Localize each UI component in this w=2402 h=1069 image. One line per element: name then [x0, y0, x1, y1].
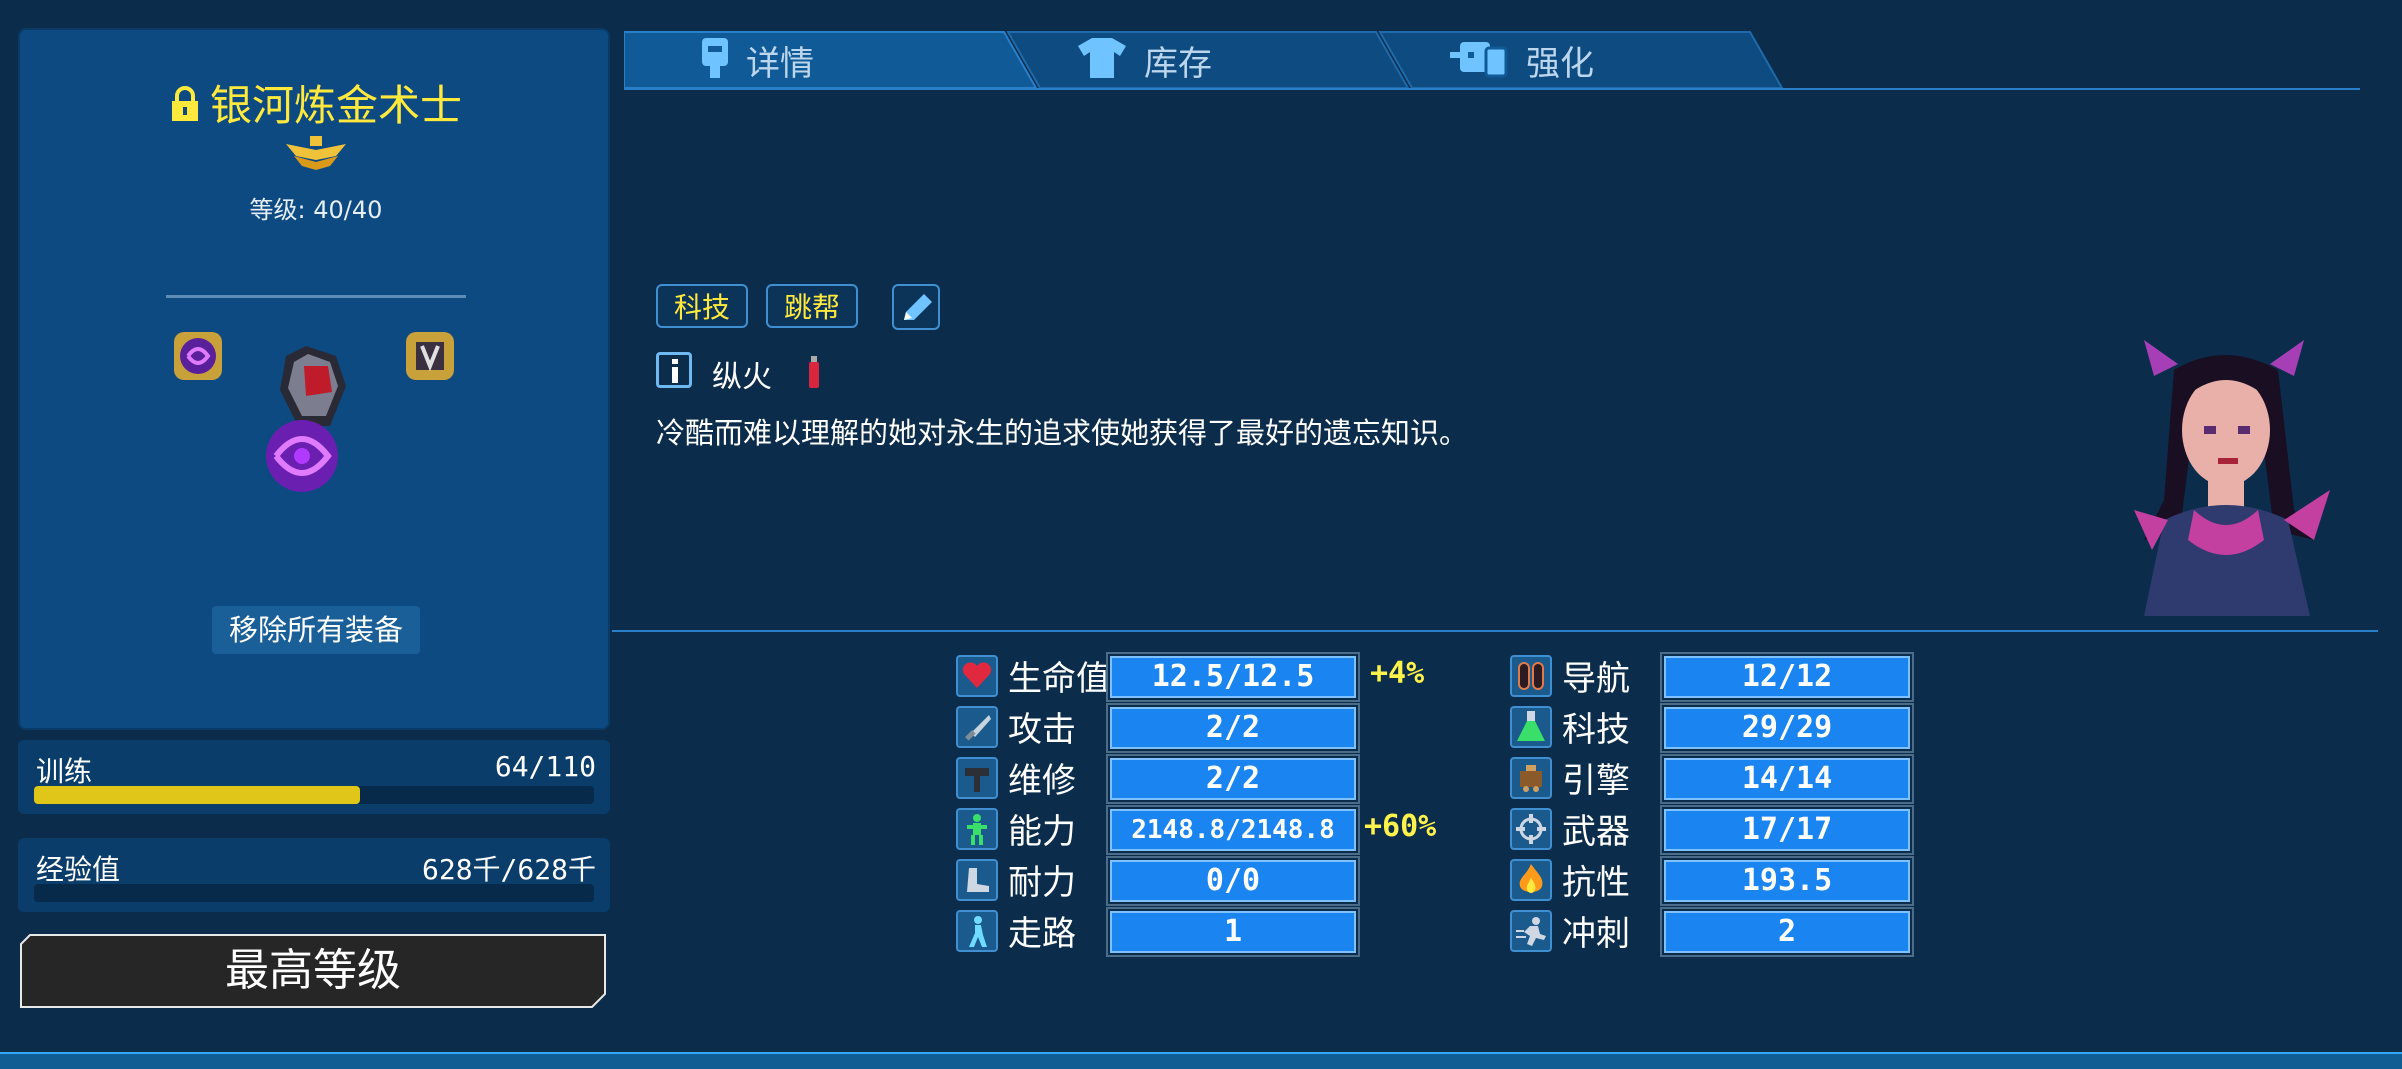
fire-icon	[1510, 859, 1552, 901]
character-name: 银河炼金术士	[209, 81, 462, 130]
walk-icon	[956, 910, 998, 952]
tag-tech[interactable]: 科技	[656, 284, 749, 328]
tab-details-label: 详情	[746, 44, 814, 84]
bottom-strip	[0, 1052, 2402, 1069]
equipment-slot-left[interactable]	[172, 330, 224, 386]
stat-pilot-label: 导航	[1562, 659, 1630, 699]
stat-resistance-value: 193.5	[1664, 860, 1910, 902]
section-divider	[612, 630, 2378, 632]
stat-hp-value: 12.5/12.5	[1110, 656, 1356, 698]
boot-icon	[956, 859, 998, 901]
shirt-icon	[1078, 38, 1126, 82]
crosshair-icon	[1510, 808, 1552, 850]
stat-hp-label: 生命值	[1008, 659, 1110, 699]
stat-walk-value: 1	[1110, 911, 1356, 953]
stat-weapons-value: 17/17	[1664, 809, 1910, 851]
max-level-button[interactable]: 最高等级	[20, 934, 606, 1008]
rank-insignia-icon	[286, 136, 346, 176]
stat-ability-value: 2148.8/2148.8	[1110, 809, 1356, 851]
experience-bar	[34, 884, 594, 902]
lock-icon[interactable]	[170, 84, 200, 133]
stat-ability-bonus: +60%	[1364, 809, 1437, 844]
max-level-label: 最高等级	[225, 945, 401, 996]
divider	[166, 295, 466, 298]
experience-box: 经验值 628千/628千	[18, 838, 610, 912]
equipment-slot-right[interactable]	[404, 330, 456, 386]
training-value: 64/110	[494, 750, 596, 783]
heart-icon	[956, 655, 998, 697]
stat-stamina-label: 耐力	[1008, 863, 1076, 903]
stat-engine-value: 14/14	[1664, 758, 1910, 800]
stat-attack-label: 攻击	[1008, 710, 1076, 750]
flask-icon	[1510, 706, 1552, 748]
tab-enhance-label: 强化	[1526, 44, 1594, 84]
pilot-icon	[1510, 655, 1552, 697]
trait-label: 纵火	[712, 360, 772, 395]
character-name-row: 银河炼金术士	[20, 72, 612, 133]
training-bar-fill	[34, 786, 360, 804]
stat-sprint-label: 冲刺	[1562, 914, 1630, 954]
edit-button[interactable]	[892, 284, 940, 330]
stat-hp-bonus: +4%	[1370, 656, 1425, 691]
experience-label: 经验值	[36, 853, 121, 886]
stat-ability-label: 能力	[1008, 812, 1076, 852]
training-box: 训练 64/110	[18, 740, 610, 814]
equipped-artifact-icon	[246, 346, 376, 500]
crew-icon	[698, 38, 732, 82]
bottom-strip-line	[0, 1052, 2402, 1054]
character-panel: 银河炼金术士 等级: 40/40 移除所有装备	[18, 28, 610, 730]
stat-sprint-value: 2	[1664, 911, 1910, 953]
engine-icon	[1510, 757, 1552, 799]
remove-all-equipment-button[interactable]: 移除所有装备	[212, 606, 420, 654]
stat-pilot-value: 12/12	[1664, 656, 1910, 698]
run-icon	[1510, 910, 1552, 952]
info-icon[interactable]	[656, 352, 692, 388]
stat-engine-label: 引擎	[1562, 761, 1630, 801]
training-label: 训练	[36, 755, 93, 788]
character-portrait	[2134, 340, 2350, 620]
stat-attack-value: 2/2	[1110, 707, 1356, 749]
pencil-icon	[904, 294, 932, 320]
stat-science-label: 科技	[1562, 710, 1630, 750]
stat-weapons-label: 武器	[1562, 812, 1630, 852]
fire-extinguisher-icon	[806, 356, 822, 392]
enhance-icon	[1450, 38, 1508, 84]
tab-underline	[624, 88, 2360, 90]
stat-repair-value: 2/2	[1110, 758, 1356, 800]
sword-icon	[956, 706, 998, 748]
ability-icon	[956, 808, 998, 850]
tab-inventory-label: 库存	[1144, 44, 1212, 84]
stat-resistance-label: 抗性	[1562, 863, 1630, 903]
hammer-icon	[956, 757, 998, 799]
level-text: 等级: 40/40	[249, 196, 383, 224]
stat-science-value: 29/29	[1664, 707, 1910, 749]
experience-value: 628千/628千	[421, 853, 596, 886]
character-description: 冷酷而难以理解的她对永生的追求使她获得了最好的遗忘知识。	[656, 416, 1469, 450]
stat-stamina-value: 0/0	[1110, 860, 1356, 902]
stat-walk-label: 走路	[1008, 914, 1076, 954]
training-bar	[34, 786, 594, 804]
tag-boarding[interactable]: 跳帮	[766, 284, 859, 328]
stat-repair-label: 维修	[1008, 761, 1076, 801]
